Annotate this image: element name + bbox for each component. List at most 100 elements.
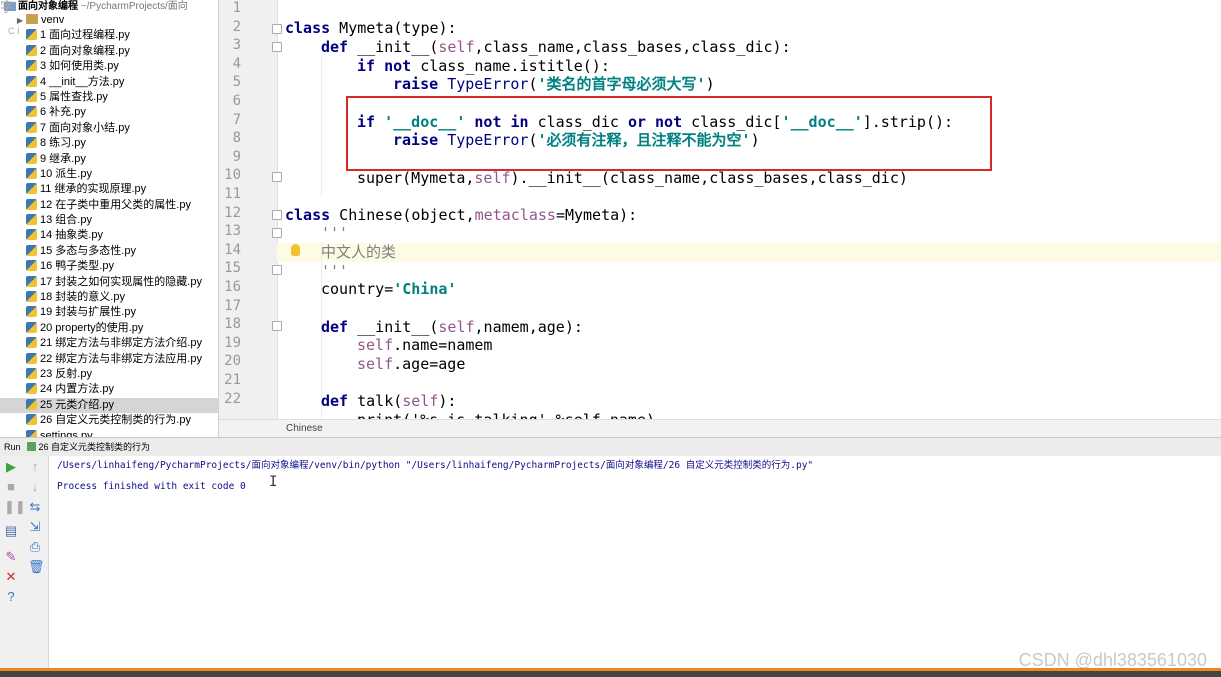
scroll-end-icon[interactable]: ⇲	[28, 520, 42, 534]
fold-marker-icon[interactable]	[272, 42, 282, 53]
python-file-icon	[26, 121, 37, 133]
arrow-up-icon[interactable]: ↑	[28, 460, 42, 474]
python-file-icon	[26, 414, 37, 426]
tree-file-label: 21 绑定方法与非绑定方法介绍.py	[40, 337, 202, 350]
layout-icon[interactable]: ▤	[4, 524, 18, 538]
code-line-8: raise TypeError('必须有注释，且注释不能为空')	[393, 131, 760, 149]
tree-file-label: 15 多态与多态性.py	[40, 244, 136, 257]
tree-file-item[interactable]: 7 面向对象小结.py	[0, 121, 218, 136]
project-path: ~/PycharmProjects/面向	[80, 1, 188, 12]
tree-file-item[interactable]: 23 反射.py	[0, 367, 218, 382]
stop-icon[interactable]: ■	[4, 480, 18, 494]
tree-file-item[interactable]: 4 __init__方法.py	[0, 75, 218, 90]
run-toolbar: ▶ ■ ❚❚ ▤ ✎ ✕ ? ↑ ↓ ⇆ ⇲ ⎙ 🗑	[0, 456, 49, 668]
tree-file-label: 8 练习.py	[40, 137, 86, 150]
pin-icon[interactable]: ✎	[4, 550, 18, 564]
tree-file-item[interactable]: 12 在子类中重用父类的属性.py	[0, 198, 218, 213]
tree-file-item[interactable]: 15 多态与多态性.py	[0, 244, 218, 259]
tree-file-item[interactable]: 5 属性查找.py	[0, 90, 218, 105]
code-line-20: self.age=age	[357, 355, 466, 373]
trash-icon[interactable]: 🗑	[28, 560, 45, 574]
tree-file-item[interactable]: 3 如何使用类.py	[0, 59, 218, 74]
line-number: 9	[232, 148, 241, 165]
fold-marker-icon[interactable]	[272, 228, 282, 239]
python-file-icon	[26, 275, 37, 287]
fold-marker-icon[interactable]	[272, 172, 282, 183]
tree-file-label: 16 鸭子类型.py	[40, 260, 114, 273]
tree-file-item[interactable]: 22 绑定方法与非绑定方法应用.py	[0, 352, 218, 367]
line-number: 4	[232, 55, 241, 72]
lightbulb-icon[interactable]	[291, 244, 300, 256]
tree-file-label: 3 如何使用类.py	[40, 60, 119, 73]
folder-label: venv	[41, 14, 65, 26]
tree-file-item[interactable]: 13 组合.py	[0, 213, 218, 228]
tree-file-item[interactable]: 26 自定义元类控制类的行为.py	[0, 413, 218, 428]
line-gutter: 1 2 3 4 5 6 7 8 9 10 11 12 13 14 15 16 17 18 19 20 21 22	[219, 0, 282, 419]
tree-file-label: 18 封装的意义.py	[40, 291, 125, 304]
tree-file-item[interactable]: 8 练习.py	[0, 136, 218, 151]
soft-wrap-icon[interactable]: ⇆	[28, 500, 42, 514]
help-icon[interactable]: ?	[4, 590, 18, 604]
tree-file-item[interactable]: 9 继承.py	[0, 152, 218, 167]
code-editor[interactable]: 1 2 3 4 5 6 7 8 9 10 11 12 13 14 15 16 17 18 19 20 21 22 clas…	[219, 0, 1221, 437]
code-line-2: class Mymeta(type):	[285, 19, 457, 37]
code-line-16: country='China'	[321, 280, 457, 298]
tree-file-item[interactable]: 14 抽象类.py	[0, 228, 218, 243]
python-file-icon	[26, 29, 37, 41]
tree-file-label: settings.py	[40, 429, 93, 437]
python-file-icon	[26, 106, 37, 118]
python-file-icon	[26, 383, 37, 395]
run-console[interactable]: /Users/linhaifeng/PycharmProjects/面向对象编程…	[49, 456, 1221, 668]
print-icon[interactable]: ⎙	[28, 540, 42, 554]
console-exit: Process finished with exit code 0	[57, 481, 246, 492]
tree-file-label: 17 封装之如何实现属性的隐藏.py	[40, 275, 202, 288]
line-number: 20	[224, 353, 241, 370]
tree-file-item[interactable]: 24 内置方法.py	[0, 382, 218, 397]
line-number: 11	[224, 186, 241, 202]
run-label: Run	[4, 442, 21, 452]
python-run-icon	[26, 442, 36, 451]
fold-marker-icon[interactable]	[272, 265, 282, 276]
project-sidebar: 面向对象编程 ~/PycharmProjects/面向 ▶ venv 1 面向过程…	[0, 0, 219, 437]
python-file-icon	[26, 214, 37, 226]
tree-file-item[interactable]: 20 property的使用.py	[0, 321, 218, 336]
project-name: 面向对象编程	[18, 1, 78, 12]
close-icon[interactable]: ✕	[4, 570, 18, 584]
python-file-icon	[26, 229, 37, 241]
fold-marker-icon[interactable]	[272, 23, 282, 34]
line-number: 16	[224, 279, 241, 295]
tree-folder-venv[interactable]: ▶ venv	[0, 13, 218, 28]
code-line-5: raise TypeError('类名的首字母必须大写')	[393, 75, 715, 93]
tree-file-item[interactable]: 18 封装的意义.py	[0, 290, 218, 305]
tree-file-item[interactable]: 10 派生.py	[0, 167, 218, 182]
tree-file-item[interactable]: 16 鸭子类型.py	[0, 259, 218, 274]
tree-file-item[interactable]: 11 继承的实现原理.py	[0, 182, 218, 197]
run-tab[interactable]: 26 自定义元类控制类的行为	[39, 442, 151, 452]
tree-file-label: 26 自定义元类控制类的行为.py	[40, 414, 191, 427]
overlay-char: 字	[0, 0, 14, 15]
tree-file-label: 13 组合.py	[40, 214, 92, 227]
tree-file-item[interactable]: 25 元类介绍.py	[0, 397, 218, 414]
python-file-icon	[26, 337, 37, 349]
tree-file-item[interactable]: 6 补充.py	[0, 105, 218, 120]
tree-file-item[interactable]: 2 面向对象编程.py	[0, 44, 218, 59]
python-file-icon	[26, 75, 37, 87]
fold-marker-icon[interactable]	[272, 209, 282, 220]
rerun-icon[interactable]: ▶	[4, 460, 18, 474]
tree-file-item[interactable]: 17 封装之如何实现属性的隐藏.py	[0, 275, 218, 290]
python-file-icon	[26, 291, 37, 303]
current-line-highlight	[277, 243, 1221, 262]
tree-file-item[interactable]: 19 封装与扩展性.py	[0, 305, 218, 320]
tree-file-item[interactable]: 21 绑定方法与非绑定方法介绍.py	[0, 336, 218, 351]
breadcrumb-item[interactable]: Chinese	[286, 423, 323, 434]
arrow-down-icon[interactable]: ↓	[28, 480, 42, 494]
text-cursor-icon: I	[269, 474, 278, 490]
pause-icon[interactable]: ❚❚	[4, 500, 26, 514]
project-header[interactable]: 面向对象编程 ~/PycharmProjects/面向	[0, 0, 218, 13]
tree-file-item[interactable]: 1 面向过程编程.py	[0, 28, 218, 43]
tree-file-item[interactable]: settings.py	[0, 429, 218, 437]
python-file-icon	[26, 244, 37, 256]
tree-file-label: 20 property的使用.py	[40, 321, 144, 334]
breadcrumb[interactable]: Chinese	[219, 419, 1221, 437]
fold-marker-icon[interactable]	[272, 321, 282, 332]
